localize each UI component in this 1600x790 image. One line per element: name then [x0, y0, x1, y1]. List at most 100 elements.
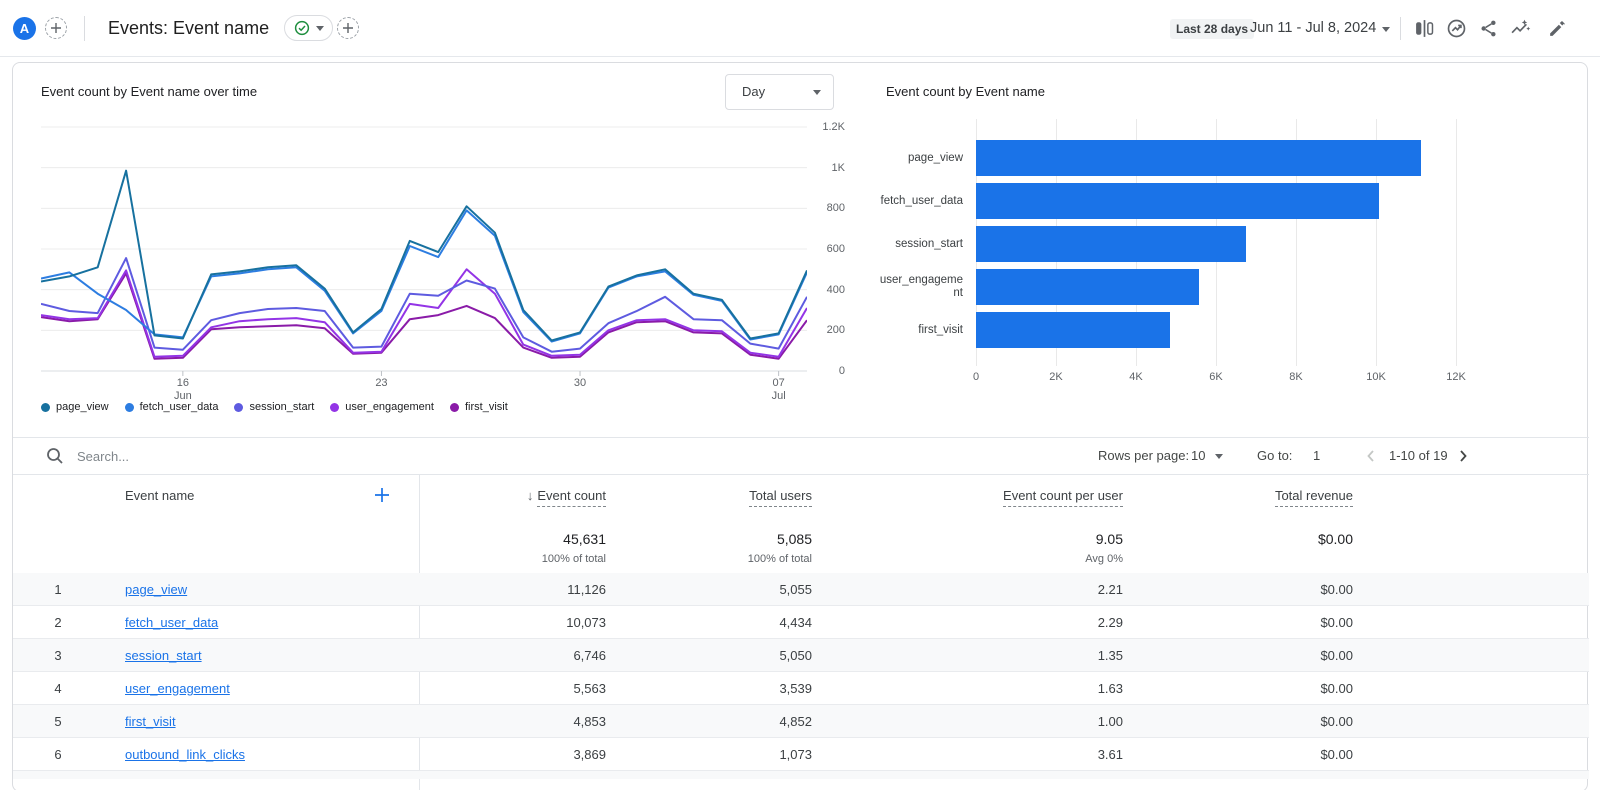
- bar-category-label: fetch_user_data: [879, 183, 963, 219]
- bar-fetch_user_data[interactable]: [976, 183, 1379, 219]
- cell-value: 5,050: [663, 639, 812, 672]
- data-quality-pill[interactable]: [284, 15, 333, 41]
- chevron-down-icon: [1215, 454, 1223, 459]
- event-name-link[interactable]: first_visit: [125, 705, 176, 738]
- rows-per-page-select[interactable]: 10: [1191, 437, 1205, 474]
- cell-value: 1.63: [963, 672, 1123, 705]
- add-metric-button[interactable]: [337, 17, 359, 39]
- date-preset-badge: Last 28 days: [1170, 19, 1254, 39]
- edit-icon[interactable]: [1547, 18, 1568, 39]
- add-dimension-icon[interactable]: [373, 486, 391, 504]
- y-tick-label: 200: [815, 324, 845, 336]
- totals-event-count-per-user-sub: Avg 0%: [963, 553, 1123, 565]
- checkmark-circle-icon: [294, 20, 310, 36]
- x-tick-label: 16Jun: [158, 377, 208, 403]
- cell-value: 2.21: [963, 573, 1123, 606]
- column-header-event-count[interactable]: ↓Event count: [443, 474, 606, 517]
- table-row: 4user_engagement5,5633,5391.63$0.00: [13, 672, 1589, 705]
- bar-chart-title: Event count by Event name: [886, 84, 1045, 99]
- chevron-down-icon: [1382, 27, 1390, 32]
- chevron-left-icon[interactable]: [1363, 448, 1379, 464]
- cell-value: $0.00: [1193, 639, 1353, 672]
- legend-item-page_view[interactable]: page_view: [41, 401, 109, 413]
- column-header-total-revenue[interactable]: Total revenue: [1193, 474, 1353, 517]
- legend-label: page_view: [56, 401, 109, 413]
- bar-x-tick-label: 4K: [1114, 371, 1158, 383]
- legend-item-fetch_user_data[interactable]: fetch_user_data: [125, 401, 219, 413]
- row-number: 4: [41, 672, 75, 705]
- header-divider: [84, 16, 85, 41]
- bar-x-tick-label: 12K: [1434, 371, 1478, 383]
- plus-icon: [50, 22, 62, 34]
- legend-label: user_engagement: [345, 401, 434, 413]
- cell-value: 1.00: [963, 705, 1123, 738]
- row-number: 5: [41, 705, 75, 738]
- cell-value: 2.29: [963, 606, 1123, 639]
- comparison-icon[interactable]: [1414, 18, 1435, 39]
- event-name-link[interactable]: session_start: [125, 639, 202, 672]
- ga4-events-report: A Events: Event name Last 28 days Jun 11…: [0, 0, 1600, 790]
- table-row: 6outbound_link_clicks3,8691,0733.61$0.00: [13, 738, 1589, 771]
- totals-event-count-per-user: 9.05: [963, 531, 1123, 547]
- table-row: 1page_view11,1265,0552.21$0.00: [13, 573, 1589, 606]
- cell-value: 4,852: [663, 705, 812, 738]
- column-header-event-count-per-user[interactable]: Event count per user: [963, 474, 1123, 517]
- share-icon[interactable]: [1478, 18, 1499, 39]
- y-tick-label: 600: [815, 243, 845, 255]
- insights-circle-icon[interactable]: [1446, 18, 1467, 39]
- bar-page_view[interactable]: [976, 140, 1421, 176]
- column-header-label: Total revenue: [1275, 488, 1353, 507]
- search-icon: [45, 446, 65, 466]
- event-name-link[interactable]: page_view: [125, 573, 187, 606]
- row-number: 6: [41, 738, 75, 771]
- granularity-select[interactable]: Day: [725, 74, 834, 110]
- legend-dot: [450, 403, 459, 412]
- cell-value: 6,746: [443, 639, 606, 672]
- cell-value: 5,563: [443, 672, 606, 705]
- sort-descending-icon: ↓: [527, 488, 534, 503]
- granularity-value: Day: [742, 75, 765, 109]
- legend-item-first_visit[interactable]: first_visit: [450, 401, 508, 413]
- cell-value: $0.00: [1193, 606, 1353, 639]
- sparkle-insights-icon[interactable]: [1510, 18, 1531, 39]
- column-header-total-users[interactable]: Total users: [663, 474, 812, 517]
- event-name-link[interactable]: outbound_link_clicks: [125, 738, 245, 771]
- bar-x-tick-label: 6K: [1194, 371, 1238, 383]
- cell-value: 10,073: [443, 606, 606, 639]
- cell-value: 4,434: [663, 606, 812, 639]
- bar-category-label: page_view: [879, 140, 963, 176]
- column-header-event-name[interactable]: Event name: [125, 474, 194, 517]
- avatar[interactable]: A: [13, 17, 36, 40]
- bar-first_visit[interactable]: [976, 312, 1170, 348]
- legend-item-user_engagement[interactable]: user_engagement: [330, 401, 434, 413]
- cell-value: 5,055: [663, 573, 812, 606]
- totals-event-count-sub: 100% of total: [443, 553, 606, 565]
- chevron-right-icon[interactable]: [1455, 448, 1471, 464]
- cell-value: $0.00: [1193, 705, 1353, 738]
- series-first_visit: [41, 273, 807, 358]
- series-fetch_user_data: [41, 210, 807, 341]
- chevron-down-icon: [316, 26, 324, 31]
- bar-user_engagement[interactable]: [976, 269, 1199, 305]
- line-chart-title: Event count by Event name over time: [41, 84, 257, 99]
- column-header-label: Total users: [749, 488, 812, 507]
- divider: [13, 437, 1589, 438]
- goto-page-input[interactable]: 1: [1313, 437, 1320, 474]
- y-tick-label: 0: [815, 365, 845, 377]
- search-input[interactable]: [77, 441, 497, 471]
- cell-value: 3,869: [443, 738, 606, 771]
- legend-item-session_start[interactable]: session_start: [234, 401, 314, 413]
- legend-dot: [234, 403, 243, 412]
- event-name-link[interactable]: user_engagement: [125, 672, 230, 705]
- chevron-down-icon: [813, 90, 821, 95]
- bar-session_start[interactable]: [976, 226, 1246, 262]
- table-row: 5first_visit4,8534,8521.00$0.00: [13, 705, 1589, 738]
- date-range-selector[interactable]: Jun 11 - Jul 8, 2024: [1250, 0, 1376, 57]
- event-name-link[interactable]: fetch_user_data: [125, 606, 218, 639]
- line-chart-legend: page_view fetch_user_data session_start use…: [41, 401, 508, 413]
- add-report-button[interactable]: [45, 17, 67, 39]
- y-tick-label: 1.2K: [815, 121, 845, 133]
- legend-label: first_visit: [465, 401, 508, 413]
- legend-label: session_start: [249, 401, 314, 413]
- legend-dot: [125, 403, 134, 412]
